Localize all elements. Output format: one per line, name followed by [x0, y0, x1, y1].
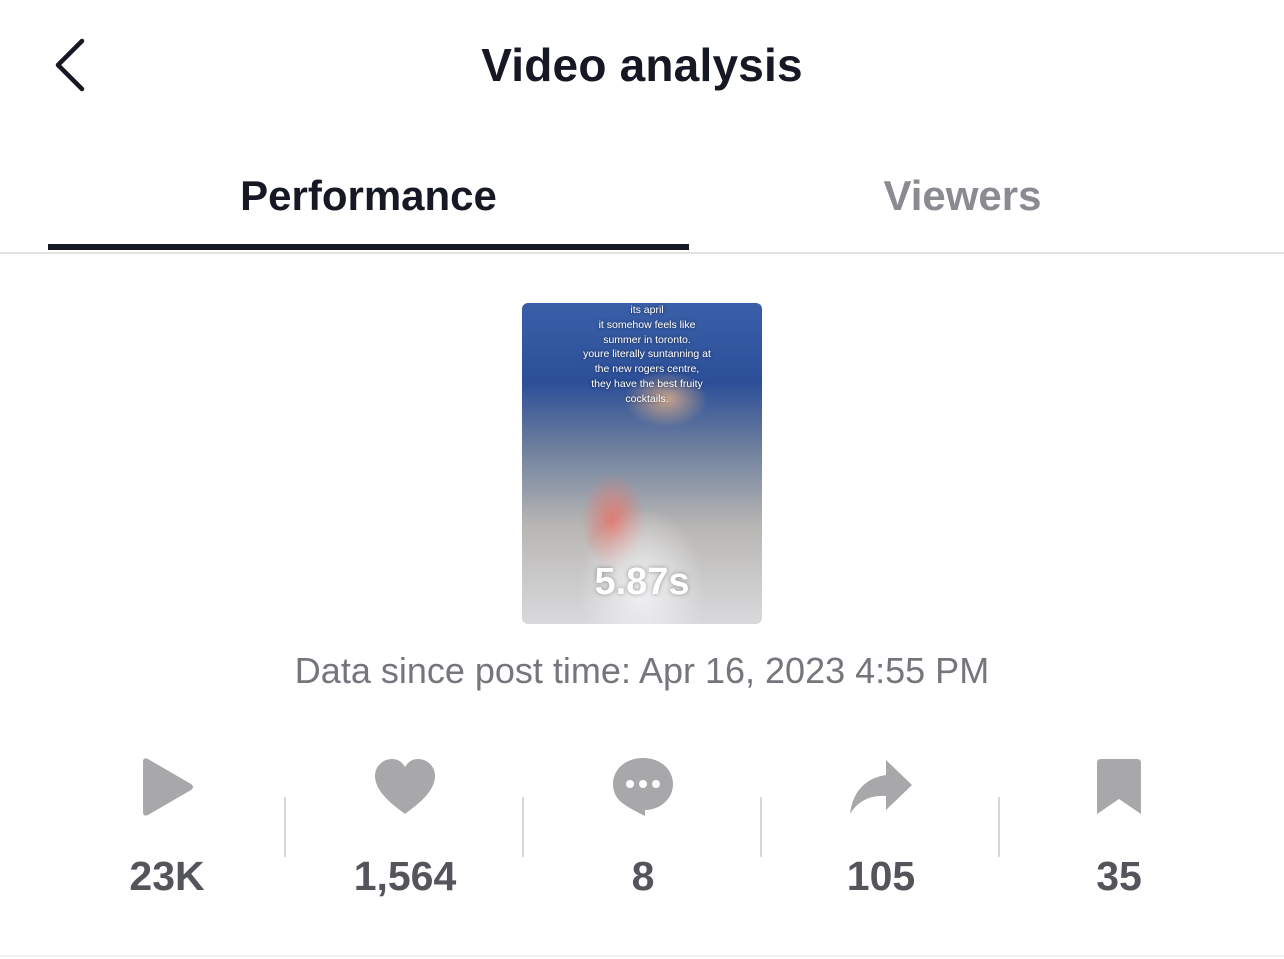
stat-comments[interactable]: 8 [524, 745, 762, 915]
stat-value: 35 [1096, 853, 1142, 899]
caption-line: it somehow feels like [598, 318, 696, 331]
stat-value: 23K [129, 853, 205, 899]
caption-line: the new rogers centre, [594, 363, 700, 376]
stat-value: 8 [631, 853, 655, 899]
active-tab-indicator [48, 244, 689, 250]
header: Video analysis [0, 0, 1284, 130]
tab-performance[interactable]: Performance [48, 140, 689, 252]
page-title: Video analysis [481, 39, 803, 91]
bottom-divider [0, 955, 1284, 957]
caption-line: summer in toronto. [603, 333, 691, 346]
video-caption: its april it somehow feels like summer i… [552, 303, 742, 407]
stat-value: 1,564 [353, 853, 457, 899]
caption-line: youre literally suntanning at [583, 348, 711, 361]
caption-line: its april [630, 304, 664, 316]
caption-line: cocktails. [625, 392, 669, 405]
share-icon [850, 760, 912, 814]
stat-value: 105 [846, 853, 916, 899]
stat-shares[interactable]: 105 [762, 745, 1000, 915]
play-icon [143, 758, 193, 816]
tab-bar: Performance Viewers [0, 140, 1284, 254]
stat-views[interactable]: 23K [48, 745, 286, 915]
post-time-label: Data since post time: Apr 16, 2023 4:55 … [294, 650, 990, 691]
stat-favorites[interactable]: 35 [1000, 745, 1238, 915]
video-thumbnail[interactable]: its april it somehow feels like summer i… [522, 303, 762, 624]
stat-likes[interactable]: 1,564 [286, 745, 524, 915]
caption-line: they have the best fruity [591, 377, 703, 390]
heart-icon [375, 759, 435, 814]
stats-row: 23K 1,564 8 105 35 [48, 745, 1238, 915]
video-duration: 5.87s [594, 561, 690, 603]
comment-icon [613, 758, 673, 816]
bookmark-icon [1097, 759, 1141, 814]
tab-viewers[interactable]: Viewers [641, 140, 1284, 252]
